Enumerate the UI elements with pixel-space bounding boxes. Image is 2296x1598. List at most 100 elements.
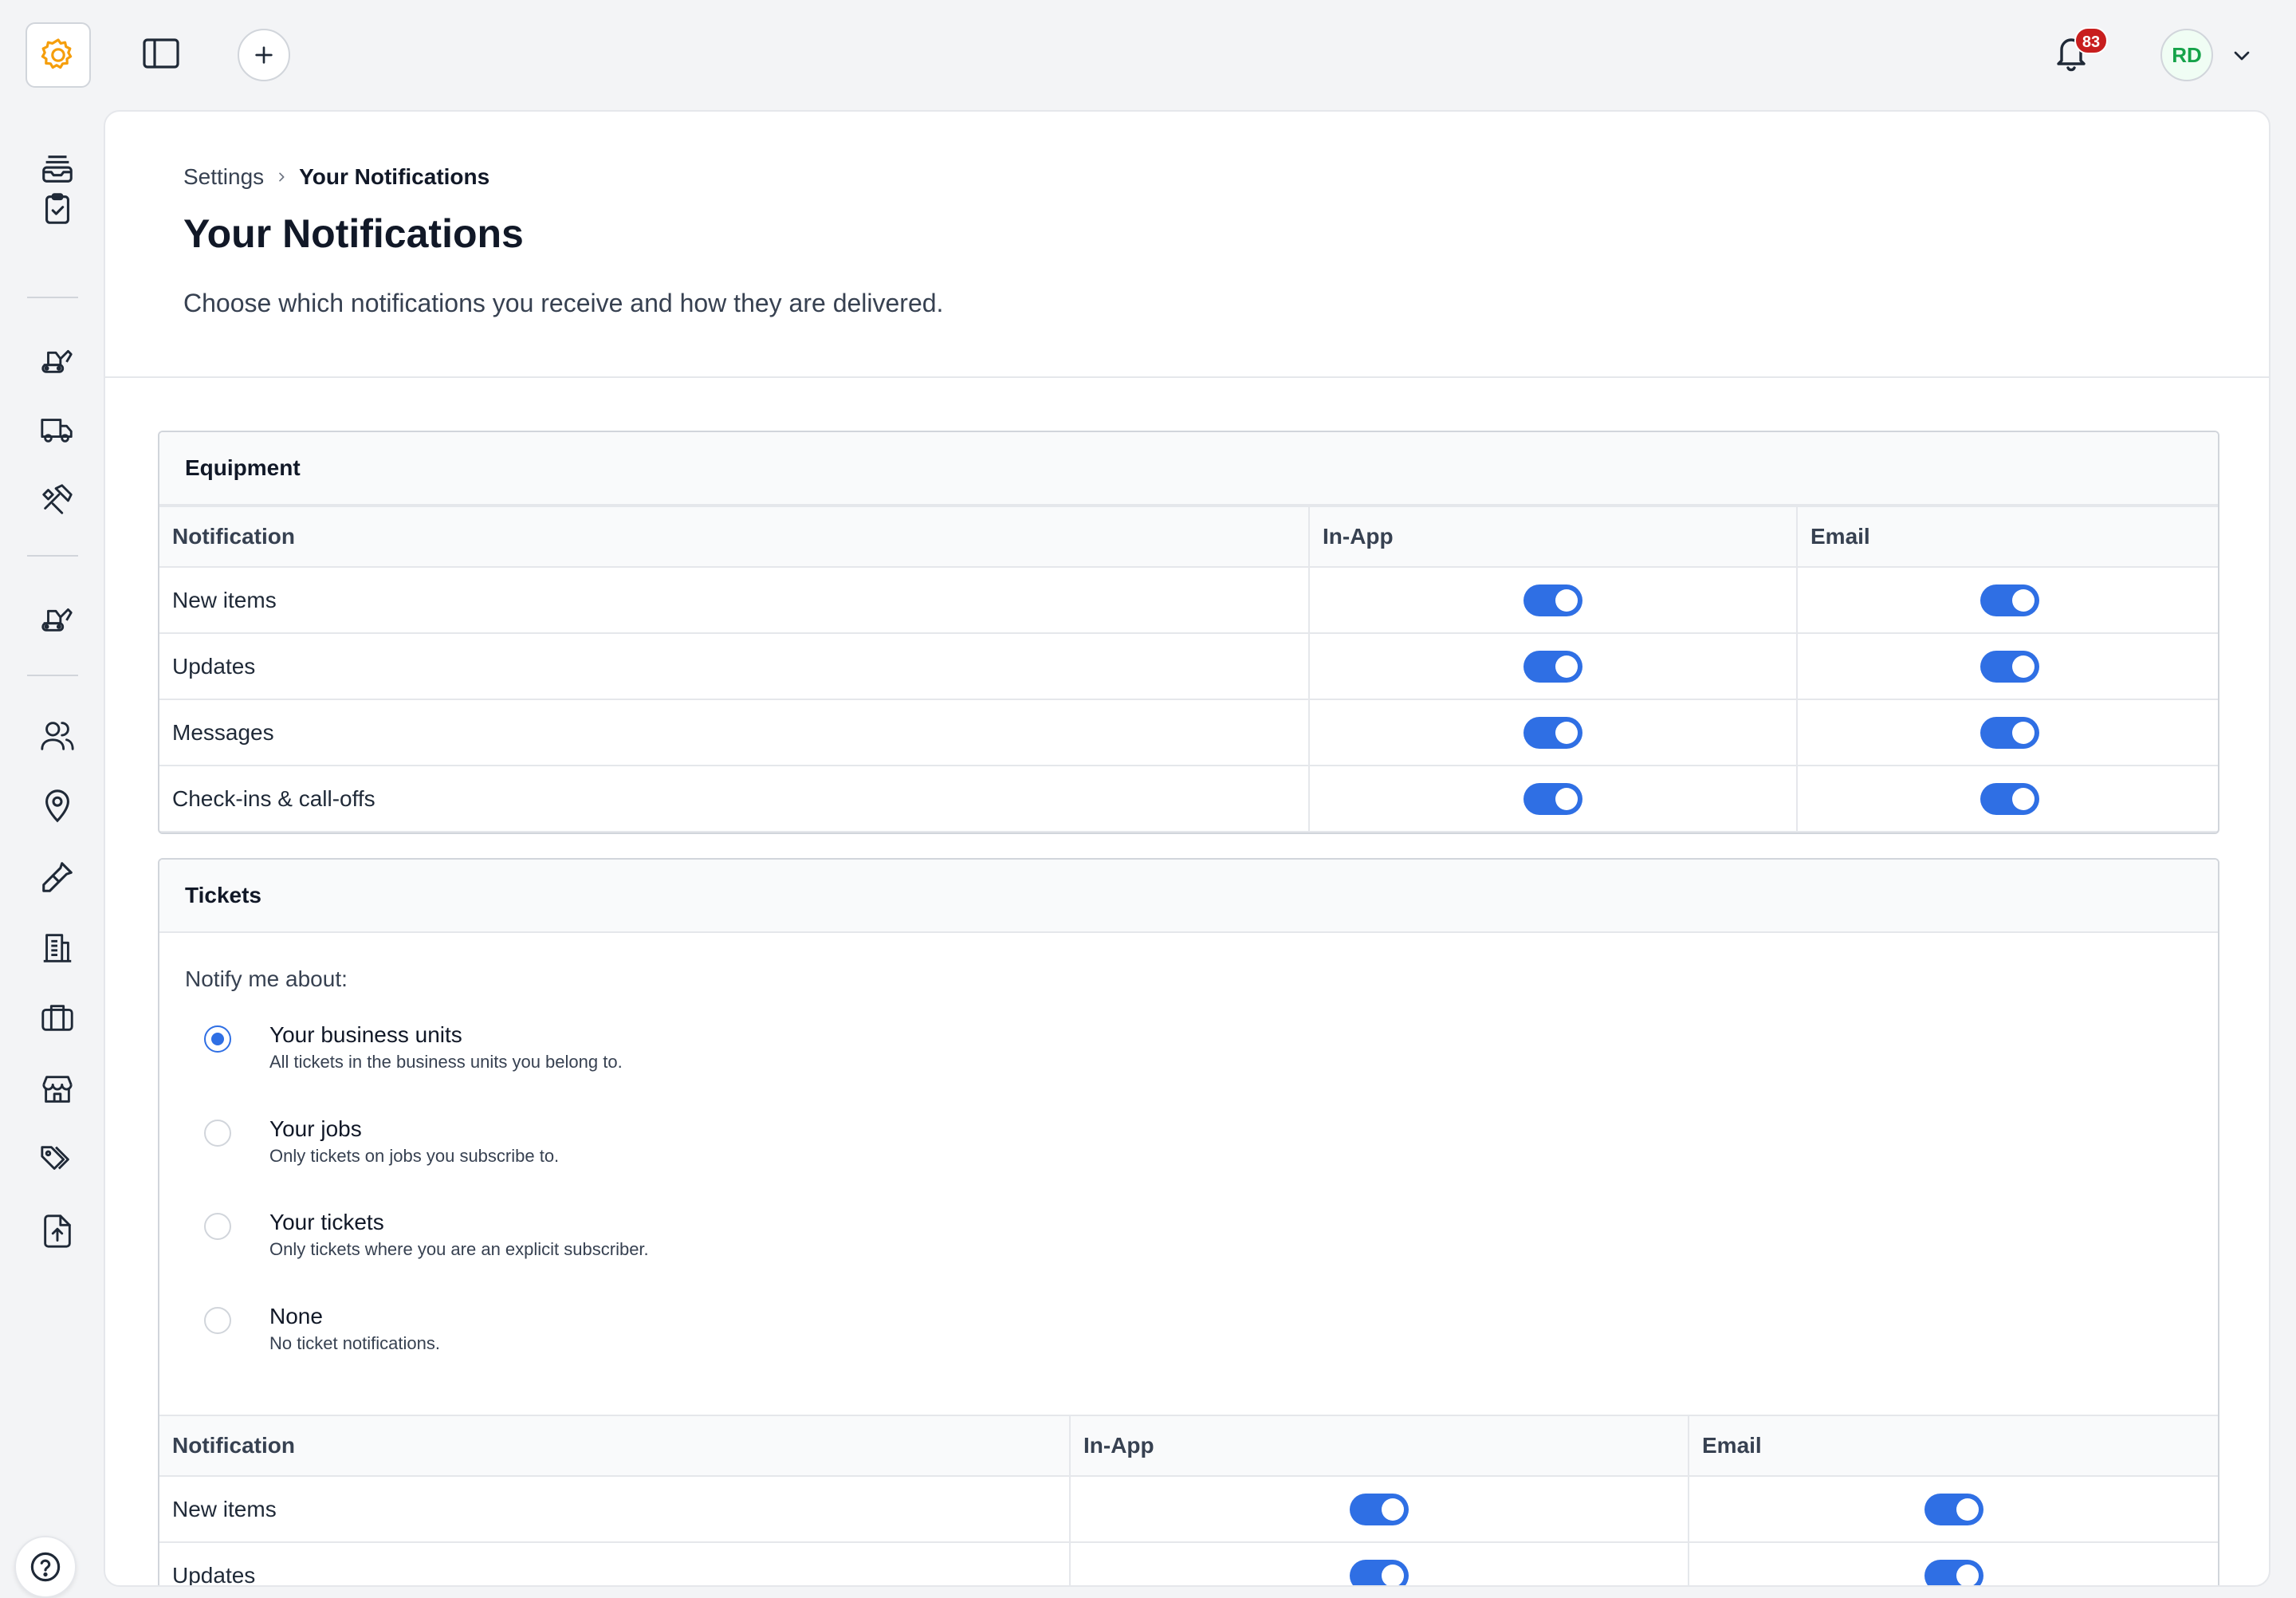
page-title: Your Notifications xyxy=(183,211,524,256)
radio-button[interactable] xyxy=(204,1120,231,1147)
radio-option-title: Your tickets xyxy=(269,1210,384,1234)
storefront-icon[interactable] xyxy=(33,1065,81,1113)
in-app-toggle[interactable] xyxy=(1350,1493,1409,1525)
notification-label: Updates xyxy=(159,1541,1071,1585)
radio-option-none[interactable]: None No ticket notifications. xyxy=(204,1302,440,1356)
toggle-knob xyxy=(1956,1498,1979,1521)
radio-option-title: None xyxy=(269,1304,323,1328)
toggle-knob xyxy=(2011,655,2035,678)
hammer-wrench-icon[interactable] xyxy=(33,475,81,523)
table-row: Updates xyxy=(159,632,2218,700)
column-header-notification: Notification xyxy=(159,506,1310,568)
email-toggle[interactable] xyxy=(1980,584,2039,616)
app-logo-button[interactable] xyxy=(26,22,91,88)
breadcrumb-settings-link[interactable]: Settings xyxy=(183,164,264,190)
notification-label: New items xyxy=(159,1475,1071,1543)
radio-option-subtitle: Only tickets on jobs you subscribe to. xyxy=(269,1146,560,1166)
users-icon[interactable] xyxy=(33,711,81,759)
column-header-in-app: In-App xyxy=(1308,506,1798,568)
column-header-email: Email xyxy=(1796,506,2218,568)
sidebar-nav xyxy=(0,112,104,1595)
radio-option-tickets[interactable]: Your tickets Only tickets where you are … xyxy=(204,1208,649,1262)
in-app-toggle[interactable] xyxy=(1523,716,1582,749)
email-toggle[interactable] xyxy=(1924,1493,1983,1525)
table-header-row: Notification In-App Email xyxy=(159,1415,2218,1477)
breadcrumb-current: Your Notifications xyxy=(299,164,490,189)
toggle-knob xyxy=(1382,1564,1404,1585)
table-row: Updates xyxy=(159,1541,2218,1585)
equipment-card: Equipment Notification In-App Email New … xyxy=(158,431,2219,834)
in-app-toggle[interactable] xyxy=(1523,782,1582,815)
sidebar-toggle-icon[interactable] xyxy=(142,37,180,70)
clipboard-check-icon[interactable] xyxy=(33,185,81,233)
chevron-right-icon xyxy=(275,171,288,183)
toggle-knob xyxy=(1555,655,1578,678)
table-row: New items xyxy=(159,566,2218,634)
help-button[interactable] xyxy=(14,1536,77,1598)
plus-icon xyxy=(251,42,277,68)
notification-count-badge: 83 xyxy=(2074,27,2108,54)
tickets-card-title: Tickets xyxy=(159,860,2218,933)
sidebar-divider xyxy=(27,675,78,676)
tickets-card: Tickets Notify me about: Your business u… xyxy=(158,858,2219,1585)
user-avatar[interactable]: RD xyxy=(2160,29,2213,81)
email-toggle[interactable] xyxy=(1980,716,2039,749)
radio-option-title: Your business units xyxy=(269,1022,462,1047)
file-upload-icon[interactable] xyxy=(33,1207,81,1255)
radio-option-title: Your jobs xyxy=(269,1116,362,1141)
toggle-knob xyxy=(2011,787,2035,810)
map-pin-icon[interactable] xyxy=(33,781,81,829)
main-panel: Settings Your Notifications Your Notific… xyxy=(104,110,2270,1587)
toggle-knob xyxy=(2011,588,2035,612)
notify-me-label: Notify me about: xyxy=(185,966,348,991)
excavator-icon[interactable] xyxy=(33,335,81,383)
truck-icon[interactable] xyxy=(33,405,81,453)
in-app-toggle[interactable] xyxy=(1523,584,1582,616)
chevron-down-icon[interactable] xyxy=(2229,43,2255,69)
column-header-email: Email xyxy=(1688,1415,2218,1477)
email-toggle[interactable] xyxy=(1980,782,2039,815)
radio-option-jobs[interactable]: Your jobs Only tickets on jobs you subsc… xyxy=(204,1115,559,1169)
column-header-in-app: In-App xyxy=(1069,1415,1689,1477)
excavator-icon[interactable] xyxy=(33,593,81,641)
in-app-toggle[interactable] xyxy=(1523,650,1582,683)
radio-button[interactable] xyxy=(204,1025,231,1053)
page-description: Choose which notifications you receive a… xyxy=(183,289,944,317)
toggle-knob xyxy=(1555,588,1578,612)
tickets-notifications-table: Notification In-App Email New items Upda… xyxy=(159,1415,2218,1585)
table-row: Check-ins & call-offs xyxy=(159,765,2218,832)
toggle-knob xyxy=(1555,721,1578,744)
toggle-knob xyxy=(1555,787,1578,810)
sidebar-divider xyxy=(27,297,78,298)
column-header-notification: Notification xyxy=(159,1415,1071,1477)
breadcrumb: Settings Your Notifications xyxy=(183,164,489,190)
tags-icon[interactable] xyxy=(33,1136,81,1183)
question-icon xyxy=(29,1550,62,1584)
table-header-row: Notification In-App Email xyxy=(159,506,2218,568)
toggle-knob xyxy=(2011,721,2035,744)
radio-option-subtitle: Only tickets where you are an explicit s… xyxy=(269,1239,649,1259)
email-toggle[interactable] xyxy=(1980,650,2039,683)
radio-option-business-units[interactable]: Your business units All tickets in the b… xyxy=(204,1021,623,1075)
radio-button[interactable] xyxy=(204,1307,231,1334)
building-icon[interactable] xyxy=(33,923,81,971)
sidebar-divider xyxy=(27,555,78,557)
equipment-notifications-table: Notification In-App Email New items Upda… xyxy=(159,506,2218,832)
radio-option-subtitle: All tickets in the business units you be… xyxy=(269,1052,623,1072)
notification-label: Messages xyxy=(159,699,1310,766)
notification-label: New items xyxy=(159,566,1310,634)
email-toggle[interactable] xyxy=(1924,1559,1983,1585)
gear-icon xyxy=(39,36,77,74)
top-bar: 83 RD xyxy=(0,0,2296,110)
radio-button[interactable] xyxy=(204,1213,231,1240)
eyedropper-icon[interactable] xyxy=(33,853,81,901)
create-new-button[interactable] xyxy=(238,29,290,81)
toggle-knob xyxy=(1382,1498,1404,1521)
page-header: Settings Your Notifications Your Notific… xyxy=(105,112,2269,378)
notification-label: Updates xyxy=(159,632,1310,700)
equipment-card-title: Equipment xyxy=(159,432,2218,506)
in-app-toggle[interactable] xyxy=(1350,1559,1409,1585)
table-row: Messages xyxy=(159,699,2218,766)
table-row: New items xyxy=(159,1475,2218,1543)
briefcase-icon[interactable] xyxy=(33,994,81,1041)
